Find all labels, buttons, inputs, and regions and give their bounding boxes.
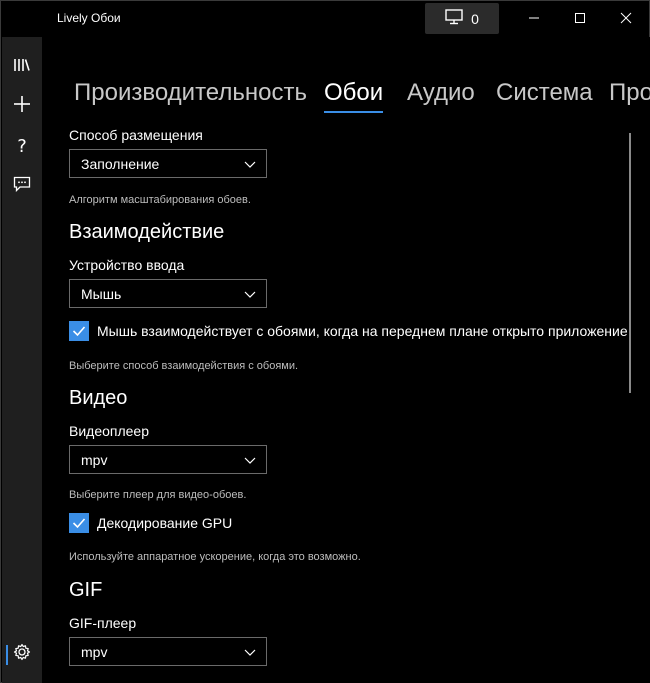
help-button[interactable]: ?: [2, 126, 42, 166]
gif-player-value: mpv: [81, 643, 108, 660]
placement-value: Заполнение: [81, 155, 160, 172]
interaction-hint: Выберите способ взаимодействия с обоями.: [69, 360, 299, 372]
interaction-heading: Взаимодействие: [69, 221, 225, 243]
input-device-label: Устройство ввода: [69, 257, 185, 273]
title-bar: Lively Обои 0: [1, 1, 649, 37]
chevron-down-icon: [244, 156, 256, 172]
feedback-button[interactable]: [2, 166, 42, 206]
placement-dropdown[interactable]: Заполнение: [69, 149, 267, 178]
video-player-value: mpv: [81, 451, 108, 468]
gif-heading: GIF: [69, 579, 103, 601]
tab-system[interactable]: Система: [496, 79, 593, 107]
video-player-dropdown[interactable]: mpv: [69, 445, 267, 474]
placement-hint: Алгоритм масштабирования обоев.: [69, 194, 251, 206]
mouse-interaction-option[interactable]: Мышь взаимодействует с обоями, когда на …: [69, 321, 628, 341]
app-window: Lively Обои 0 ? Производительность Обои …: [0, 0, 650, 683]
video-player-hint: Выберите плеер для видео-обоев.: [69, 489, 247, 501]
chevron-down-icon: [244, 452, 256, 468]
tab-audio[interactable]: Аудио: [407, 79, 475, 107]
gpu-decoding-label: Декодирование GPU: [97, 515, 233, 531]
feedback-icon: [13, 176, 31, 197]
input-device-value: Мышь: [81, 285, 122, 302]
settings-button[interactable]: [2, 634, 42, 674]
settings-icon: [13, 643, 31, 666]
app-title: Lively Обои: [57, 11, 121, 25]
active-tab-underline: [324, 111, 383, 113]
tab-more[interactable]: Про: [609, 79, 650, 107]
gpu-decoding-hint: Используйте аппаратное ускорение, когда …: [69, 551, 361, 563]
placement-label: Способ размещения: [69, 127, 203, 143]
maximize-button[interactable]: [557, 1, 603, 35]
gpu-decoding-option[interactable]: Декодирование GPU: [69, 513, 232, 533]
checkmark-icon: [72, 326, 86, 337]
chevron-down-icon: [244, 286, 256, 302]
tab-wallpaper[interactable]: Обои: [324, 79, 383, 107]
gpu-decoding-checkbox[interactable]: [69, 513, 89, 533]
input-device-dropdown[interactable]: Мышь: [69, 279, 267, 308]
vertical-scrollbar[interactable]: [629, 133, 631, 393]
library-button[interactable]: [2, 47, 42, 87]
help-icon: ?: [17, 135, 27, 157]
monitor-icon: [445, 9, 463, 28]
library-icon: [13, 58, 31, 77]
gif-player-label: GIF-плеер: [69, 615, 137, 631]
chevron-down-icon: [244, 644, 256, 660]
video-player-label: Видеоплеер: [69, 423, 150, 439]
mouse-interaction-checkbox[interactable]: [69, 321, 89, 341]
mouse-interaction-label: Мышь взаимодействует с обоями, когда на …: [97, 323, 628, 339]
nav-rail: ?: [2, 37, 42, 683]
close-button[interactable]: [603, 1, 649, 35]
minimize-button[interactable]: [511, 1, 557, 35]
checkmark-icon: [72, 518, 86, 529]
screen-count: 0: [471, 10, 479, 27]
screen-selector-button[interactable]: 0: [425, 3, 499, 34]
add-wallpaper-button[interactable]: [2, 86, 42, 126]
settings-content: Производительность Обои Аудио Система Пр…: [42, 37, 650, 683]
video-heading: Видео: [69, 387, 128, 409]
add-icon: [13, 95, 31, 118]
gif-player-dropdown[interactable]: mpv: [69, 637, 267, 666]
tab-performance[interactable]: Производительность: [74, 79, 307, 107]
